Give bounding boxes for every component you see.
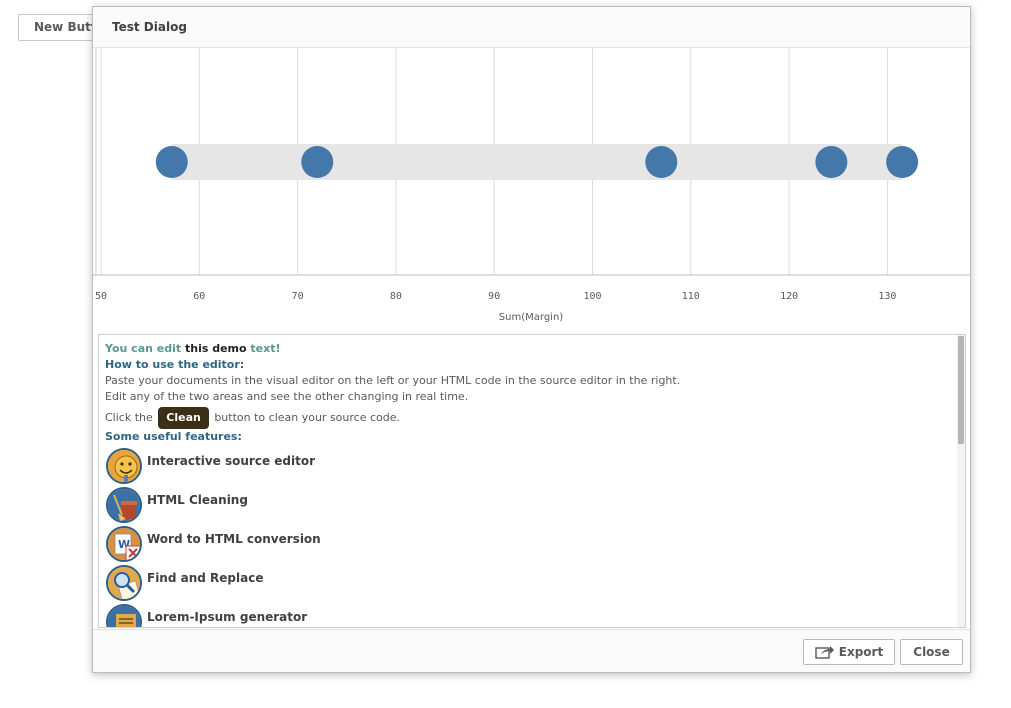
data-point[interactable] xyxy=(815,146,848,178)
feature-item: Find and Replace xyxy=(105,563,951,602)
x-tick-label: 130 xyxy=(878,291,896,302)
x-tick-label: 80 xyxy=(390,291,402,302)
x-tick-label: 60 xyxy=(193,291,205,302)
export-icon xyxy=(815,645,835,659)
html-editor[interactable]: You can edit this demo text! How to use … xyxy=(98,334,966,628)
range-band xyxy=(171,144,903,180)
test-dialog: Test Dialog 50 60 70 80 90 100 110 120 130 Sum(Ma… xyxy=(92,6,971,673)
feature-item: Lorem-Ipsum generator xyxy=(105,602,951,627)
instruction-line-1: Paste your documents in the visual edito… xyxy=(105,374,681,387)
chart-area: 50 60 70 80 90 100 110 120 130 Sum(Margin) xyxy=(93,48,970,333)
intro-text-3: text! xyxy=(246,342,281,355)
feature-item: HTML Cleaning xyxy=(105,485,951,524)
clean-prefix: Click the xyxy=(105,411,157,424)
feature-label: Interactive source editor xyxy=(147,454,316,468)
broom-bucket-icon xyxy=(106,487,142,523)
x-tick-label: 100 xyxy=(583,291,601,302)
x-tick-label: 50 xyxy=(95,291,107,302)
intro-line: You can edit this demo text! xyxy=(105,341,951,357)
intro-text-2: this demo xyxy=(184,342,247,355)
how-to-heading: How to use the editor: xyxy=(105,358,245,371)
editor-content[interactable]: You can edit this demo text! How to use … xyxy=(105,341,951,627)
data-point[interactable] xyxy=(301,146,334,178)
x-tick-label: 120 xyxy=(780,291,798,302)
feature-item: W Word to HTML conversion xyxy=(105,524,951,563)
feature-label: Word to HTML conversion xyxy=(147,532,321,546)
clean-suffix: button to clean your source code. xyxy=(210,411,401,424)
features-heading: Some useful features: xyxy=(105,430,242,443)
intro-text-1: You can edit xyxy=(105,342,185,355)
data-point[interactable] xyxy=(645,146,678,178)
magnifier-icon xyxy=(106,565,142,601)
clean-button[interactable]: Clean xyxy=(158,407,209,429)
feature-label: HTML Cleaning xyxy=(147,493,248,507)
dialog-header: Test Dialog xyxy=(93,7,970,48)
lorem-icon xyxy=(106,604,142,627)
data-point[interactable] xyxy=(155,146,188,178)
feature-label: Lorem-Ipsum generator xyxy=(147,610,308,624)
smiley-icon xyxy=(106,448,142,484)
data-point[interactable] xyxy=(886,146,919,178)
export-label: Export xyxy=(838,645,884,659)
x-tick-label: 70 xyxy=(292,291,304,302)
x-axis-title: Sum(Margin) xyxy=(499,312,563,323)
instruction-line-2: Edit any of the two areas and see the ot… xyxy=(105,390,469,403)
dialog-footer: Export Close xyxy=(93,629,970,672)
feature-item: Interactive source editor xyxy=(105,446,951,485)
dialog-title: Test Dialog xyxy=(112,20,187,34)
word-doc-icon: W xyxy=(106,526,142,562)
instruction-line-3: Click the Clean button to clean your sou… xyxy=(105,406,951,429)
x-tick-label: 110 xyxy=(682,291,700,302)
editor-scrollbar-thumb[interactable] xyxy=(958,336,964,444)
x-tick-label: 90 xyxy=(488,291,500,302)
distribution-chart: 50 60 70 80 90 100 110 120 130 Sum(Margin) xyxy=(93,48,970,323)
export-button[interactable]: Export xyxy=(803,639,895,665)
editor-scrollbar[interactable] xyxy=(957,335,965,627)
close-button[interactable]: Close xyxy=(900,639,963,665)
feature-label: Find and Replace xyxy=(147,571,264,585)
